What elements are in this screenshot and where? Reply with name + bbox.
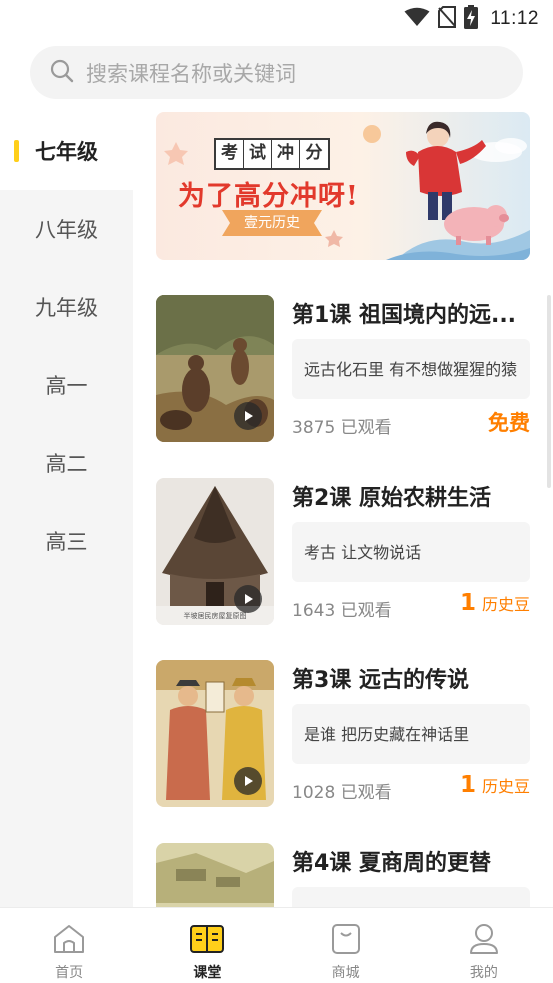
- scrollbar[interactable]: [547, 295, 551, 488]
- course-title: 第1课 祖国境内的远...: [292, 303, 517, 328]
- thumbnail-caption: 半坡居民房屋复原图: [184, 611, 247, 620]
- play-icon[interactable]: [234, 402, 262, 430]
- category-label: 高一: [45, 374, 88, 398]
- course-description-text: 是谁 把历史藏在神话里: [304, 724, 470, 744]
- book-icon: [189, 921, 225, 957]
- course-thumbnail[interactable]: [156, 295, 274, 442]
- banner-tag-char: 考: [216, 140, 244, 168]
- category-grade7[interactable]: 七年级: [0, 112, 133, 190]
- course-view-count: 1028 已观看: [292, 783, 392, 803]
- banner-ribbon: 壹元历史: [222, 210, 322, 236]
- promo-banner[interactable]: 考 试 冲 分 为了高分冲呀! 壹元历史: [156, 112, 530, 260]
- course-thumbnail[interactable]: [156, 660, 274, 807]
- course-view-count: 3875 已观看: [292, 418, 392, 438]
- nav-label: 商城: [331, 965, 360, 981]
- course-description: 远古化石里 有不想做猩猩的猿: [292, 339, 530, 399]
- banner-tag-char: 分: [305, 143, 323, 163]
- nav-classroom[interactable]: 课堂: [138, 908, 276, 983]
- bottom-navigation: 首页 课堂 商城 我的: [0, 907, 553, 983]
- course-view-count: 1643 已观看: [292, 601, 392, 621]
- nav-label: 课堂: [193, 965, 222, 981]
- nav-home[interactable]: 首页: [0, 908, 138, 983]
- price-unit: 历史豆: [481, 777, 530, 796]
- category-label: 七年级: [35, 140, 98, 164]
- course-title: 第3课 远古的传说: [292, 668, 469, 693]
- active-indicator: [14, 140, 19, 162]
- price-free-label: 免费: [488, 411, 530, 435]
- price-amount: 1: [459, 772, 476, 798]
- course-price: 免费: [488, 407, 530, 437]
- banner-title: 为了高分冲呀!: [178, 181, 359, 212]
- course-price: 1 历史豆: [460, 772, 530, 798]
- course-thumbnail[interactable]: 半坡居民房屋复原图: [156, 478, 274, 625]
- battery-charging-icon: [464, 5, 479, 33]
- no-sim-icon: [438, 6, 457, 32]
- status-icons: 11:12: [404, 5, 539, 33]
- category-grade9[interactable]: 九年级: [0, 268, 133, 346]
- course-thumbnail-image: [156, 843, 274, 907]
- status-time: 11:12: [490, 8, 539, 29]
- course-description: 是谁 把历史藏在神话里: [292, 704, 530, 764]
- category-label: 高二: [45, 452, 88, 476]
- category-label: 八年级: [35, 218, 98, 242]
- course-description: 考古 让文物说话: [292, 522, 530, 582]
- banner-tag-char: 冲: [272, 140, 300, 168]
- grade-category-menu: 七年级 八年级 九年级 高一 高二 高三: [0, 112, 133, 907]
- course-title: 第4课 夏商周的更替: [292, 851, 491, 876]
- nav-label: 我的: [469, 965, 498, 981]
- price-amount: 1: [459, 590, 476, 616]
- category-senior1[interactable]: 高一: [0, 346, 133, 424]
- course-item[interactable]: 第1课 祖国境内的远... 远古化石里 有不想做猩猩的猿 3875 已观看 免费: [156, 295, 530, 445]
- category-senior2[interactable]: 高二: [0, 424, 133, 502]
- course-description: [292, 887, 530, 907]
- play-icon[interactable]: [234, 767, 262, 795]
- user-icon: [466, 921, 502, 957]
- course-item[interactable]: 半坡居民房屋复原图 第2课 原始农耕生活 考古 让文物说话 1643 已观看 1…: [156, 478, 530, 628]
- course-item[interactable]: 第4课 夏商周的更替: [156, 843, 530, 907]
- search-input[interactable]: 搜索课程名称或关键词: [30, 46, 523, 99]
- category-senior3[interactable]: 高三: [0, 502, 133, 580]
- home-icon: [51, 921, 87, 957]
- wifi-icon: [404, 7, 430, 31]
- course-thumbnail[interactable]: [156, 843, 274, 907]
- course-price: 1 历史豆: [460, 590, 530, 616]
- nav-shop[interactable]: 商城: [277, 908, 415, 983]
- category-label: 高三: [45, 530, 88, 554]
- category-grade8[interactable]: 八年级: [0, 190, 133, 268]
- search-icon: [50, 59, 74, 87]
- course-item[interactable]: 第3课 远古的传说 是谁 把历史藏在神话里 1028 已观看 1 历史豆: [156, 660, 530, 810]
- search-placeholder: 搜索课程名称或关键词: [86, 61, 296, 86]
- play-icon[interactable]: [234, 585, 262, 613]
- course-title: 第2课 原始农耕生活: [292, 486, 491, 511]
- banner-tag-char: 试: [244, 140, 272, 168]
- course-description-text: 考古 让文物说话: [304, 542, 422, 562]
- nav-label: 首页: [55, 965, 84, 981]
- status-bar: 11:12: [0, 0, 553, 38]
- banner-tag: 考 试 冲 分: [214, 138, 330, 170]
- nav-profile[interactable]: 我的: [415, 908, 553, 983]
- price-unit: 历史豆: [481, 595, 530, 614]
- category-label: 九年级: [35, 296, 98, 320]
- shopping-bag-icon: [328, 921, 364, 957]
- course-description-text: 远古化石里 有不想做猩猩的猿: [304, 359, 518, 379]
